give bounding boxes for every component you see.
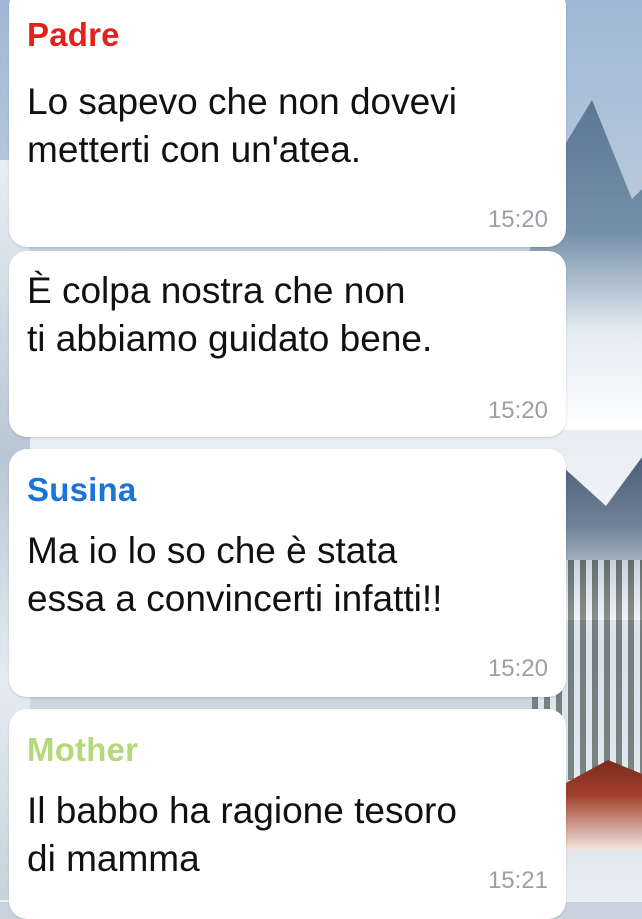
sender-name[interactable]: Mother bbox=[27, 731, 138, 769]
message-timestamp: 15:20 bbox=[487, 655, 548, 682]
message-bubble[interactable]: Padre Lo sapevo che non dovevi metterti … bbox=[9, 0, 566, 247]
message-text: Lo sapevo che non dovevi metterti con un… bbox=[27, 81, 457, 170]
message-timestamp: 15:20 bbox=[487, 397, 548, 424]
message-text: Ma io lo so che è stata essa a convincer… bbox=[27, 530, 443, 619]
sender-name[interactable]: Padre bbox=[27, 16, 120, 54]
message-bubble[interactable]: Mother Il babbo ha ragione tesoro di mam… bbox=[9, 709, 566, 919]
message-timestamp: 15:20 bbox=[487, 206, 548, 233]
message-text: È colpa nostra che non ti abbiamo guidat… bbox=[27, 270, 433, 359]
message-bubble[interactable]: È colpa nostra che non ti abbiamo guidat… bbox=[9, 251, 566, 437]
message-bubble[interactable]: Susina Ma io lo so che è stata essa a co… bbox=[9, 449, 566, 697]
message-timestamp: 15:21 bbox=[487, 867, 548, 894]
message-text: Il babbo ha ragione tesoro di mamma bbox=[27, 790, 457, 879]
sender-name[interactable]: Susina bbox=[27, 471, 136, 509]
